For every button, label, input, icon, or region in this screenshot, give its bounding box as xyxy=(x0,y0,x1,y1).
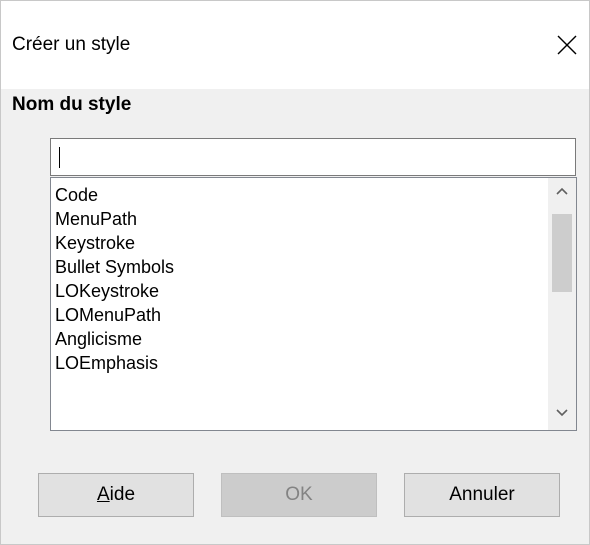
scroll-down-button[interactable] xyxy=(548,400,576,430)
chevron-up-icon xyxy=(548,187,576,195)
list-item[interactable]: Anglicisme xyxy=(55,327,174,351)
vertical-scrollbar[interactable] xyxy=(548,178,576,430)
ok-button[interactable]: OK xyxy=(221,473,377,517)
list-item[interactable]: MenuPath xyxy=(55,207,174,231)
close-button[interactable] xyxy=(545,23,589,67)
style-name-input[interactable] xyxy=(50,138,576,176)
create-style-dialog: Créer un style Nom du style Code MenuPat… xyxy=(0,0,590,545)
list-item[interactable]: Code xyxy=(55,183,174,207)
list-item[interactable]: Bullet Symbols xyxy=(55,255,174,279)
style-name-label: Nom du style xyxy=(12,94,132,115)
help-label: ide xyxy=(109,484,136,505)
help-mnemonic: A xyxy=(96,484,110,505)
help-button[interactable]: Aide xyxy=(38,473,194,517)
ok-label: OK xyxy=(285,484,313,505)
list-item[interactable]: LOEmphasis xyxy=(55,351,174,375)
list-item[interactable]: LOMenuPath xyxy=(55,303,174,327)
list-item[interactable]: LOKeystroke xyxy=(55,279,174,303)
title-bar: Créer un style xyxy=(1,1,589,89)
style-list-items: Code MenuPath Keystroke Bullet Symbols L… xyxy=(55,183,174,375)
cancel-button[interactable]: Annuler xyxy=(404,473,560,517)
close-icon xyxy=(545,23,589,67)
text-caret xyxy=(59,147,60,168)
cancel-label: Annuler xyxy=(449,484,515,505)
scroll-thumb[interactable] xyxy=(552,214,572,292)
chevron-down-icon xyxy=(548,409,576,417)
style-list[interactable]: Code MenuPath Keystroke Bullet Symbols L… xyxy=(50,177,577,431)
dialog-title: Créer un style xyxy=(12,34,131,55)
list-item[interactable]: Keystroke xyxy=(55,231,174,255)
scroll-up-button[interactable] xyxy=(548,178,576,208)
